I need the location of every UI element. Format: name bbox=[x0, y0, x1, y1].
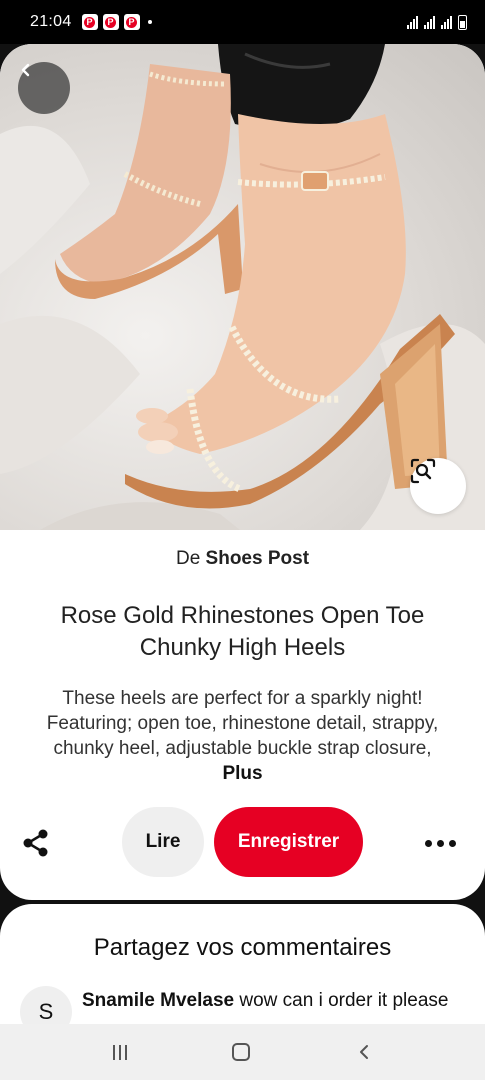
chevron-left-icon bbox=[21, 63, 30, 77]
read-button[interactable]: Lire bbox=[122, 807, 204, 877]
pin-card: De Shoes Post Rose Gold Rhinestones Open… bbox=[0, 44, 485, 900]
signal-icon bbox=[424, 15, 435, 29]
action-bar: Lire Enregistrer bbox=[0, 807, 485, 879]
pinterest-icon: P bbox=[123, 14, 140, 30]
share-button[interactable] bbox=[18, 825, 54, 861]
status-time: 21:04 bbox=[30, 13, 72, 30]
notification-icons: P P P bbox=[81, 14, 140, 30]
pin-image[interactable] bbox=[0, 44, 485, 530]
visual-search-button[interactable] bbox=[410, 458, 466, 514]
comments-title: Partagez vos commentaires bbox=[93, 934, 392, 961]
pinterest-icon: P bbox=[102, 14, 119, 30]
system-indicators bbox=[407, 14, 467, 30]
more-dot bbox=[436, 839, 444, 847]
pin-source[interactable]: De Shoes Post bbox=[0, 548, 485, 570]
comment-text: wow can i order it please bbox=[239, 990, 449, 1011]
comment-author[interactable]: Snamile Mvelase bbox=[82, 990, 234, 1011]
description-text: These heels are perfect for a sparkly ni… bbox=[46, 688, 439, 759]
pin-title: Rose Gold Rhinestones Open Toe Chunky Hi… bbox=[60, 602, 425, 661]
more-dot bbox=[424, 839, 432, 847]
notification-dot bbox=[147, 20, 152, 24]
save-button[interactable]: Enregistrer bbox=[214, 807, 363, 877]
more-link[interactable]: Plus bbox=[20, 761, 465, 786]
pin-description: These heels are perfect for a sparkly ni… bbox=[20, 686, 465, 786]
system-back-icon[interactable] bbox=[356, 1043, 372, 1061]
share-icon bbox=[23, 829, 48, 857]
recent-apps-button[interactable] bbox=[112, 1044, 127, 1060]
system-nav-bar bbox=[0, 1024, 485, 1080]
comment-item: Snamile Mvelase wow can i order it pleas… bbox=[82, 988, 462, 1014]
pinterest-icon: P bbox=[81, 14, 98, 30]
signal-icon-2 bbox=[441, 15, 452, 29]
battery-icon bbox=[458, 14, 467, 30]
more-dot bbox=[448, 839, 456, 847]
source-prefix: De bbox=[175, 548, 201, 569]
status-bar: 21:04 P P P bbox=[0, 0, 485, 44]
source-name[interactable]: Shoes Post bbox=[206, 548, 309, 569]
data-signal-icon bbox=[407, 15, 418, 29]
home-button[interactable] bbox=[232, 1043, 251, 1061]
back-button[interactable] bbox=[18, 62, 70, 114]
lens-icon bbox=[410, 458, 436, 484]
more-options-button[interactable] bbox=[420, 825, 460, 861]
